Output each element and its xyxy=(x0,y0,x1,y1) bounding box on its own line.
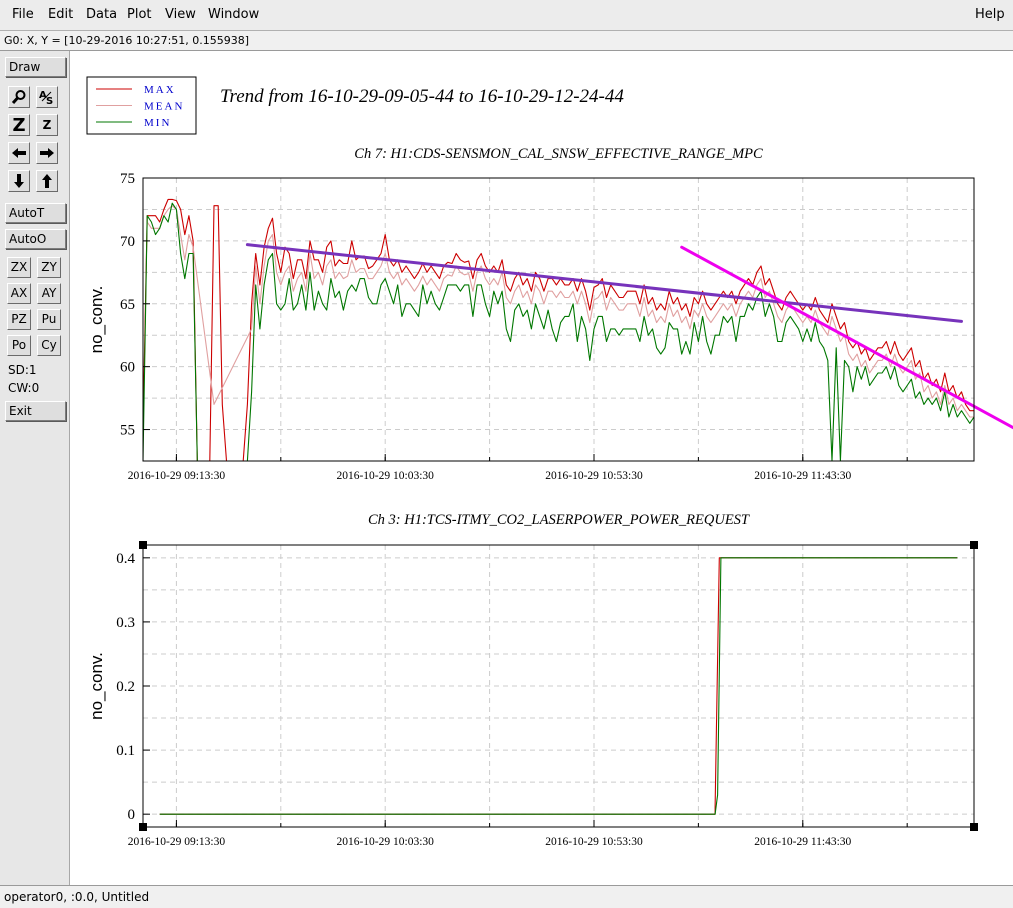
plot-title: Trend from 16-10-29-09-05-44 to 16-10-29… xyxy=(220,86,624,107)
legend-label-min: MIN xyxy=(144,117,171,129)
x-tick-label: 2016-10-29 10:53:30 xyxy=(545,836,643,848)
arrow-up-icon[interactable] xyxy=(36,170,58,192)
menu-data[interactable]: Data xyxy=(86,7,117,22)
exit-button[interactable]: Exit xyxy=(5,401,66,421)
arrow-right-icon[interactable] xyxy=(36,142,58,164)
y-tick-label: 0.2 xyxy=(116,679,135,695)
plot-frame xyxy=(142,177,975,462)
axis-scale-icon[interactable]: AS xyxy=(36,86,58,108)
menu-view[interactable]: View xyxy=(165,7,196,22)
sd-readout: SD:1 xyxy=(8,363,37,377)
chart-panel-2: Ch 3: H1:TCS-ITMY_CO2_LASERPOWER_POWER_R… xyxy=(87,512,978,848)
zoom-big-icon[interactable]: Z xyxy=(8,114,30,136)
series-mean-line xyxy=(146,205,974,418)
series-group xyxy=(143,198,974,461)
x-tick-label: 2016-10-29 09:13:30 xyxy=(128,470,226,482)
x-tick-label: 2016-10-29 09:13:30 xyxy=(128,836,226,848)
autoo-button[interactable]: AutoO xyxy=(5,229,66,249)
y-axis-label: no_conv. xyxy=(87,286,106,354)
selection-handle xyxy=(139,541,147,549)
zy-button[interactable]: ZY xyxy=(37,257,61,278)
cy-button[interactable]: Cy xyxy=(37,335,61,356)
po-button[interactable]: Po xyxy=(7,335,31,356)
pu-button[interactable]: Pu xyxy=(37,309,61,330)
magnifier-icon[interactable] xyxy=(8,86,30,108)
y-tick-label: 0.3 xyxy=(116,615,135,631)
menu-plot[interactable]: Plot xyxy=(127,7,152,22)
legend-label-max: MAX xyxy=(144,84,176,96)
y-tick-label: 75 xyxy=(120,171,135,187)
ay-button[interactable]: AY xyxy=(37,283,61,304)
tool-panel: Draw AS Z Z AutoT AutoO ZX ZY AX AY PZ P… xyxy=(0,51,70,885)
status-bar: operator0, :0.0, Untitled xyxy=(0,885,1013,908)
menu-file[interactable]: File xyxy=(12,7,34,22)
y-tick-label: 60 xyxy=(120,360,135,376)
svg-text:S: S xyxy=(46,96,53,106)
y-axis-label: no_conv. xyxy=(87,652,106,720)
y-tick-label: 0.4 xyxy=(116,551,135,567)
arrow-down-icon[interactable] xyxy=(8,170,30,192)
trend-line-1 xyxy=(245,243,963,323)
legend-label-mean: MEAN xyxy=(144,101,184,113)
cw-readout: CW:0 xyxy=(8,381,40,395)
selection-handle xyxy=(970,823,978,831)
arrow-left-icon[interactable] xyxy=(8,142,30,164)
draw-button[interactable]: Draw xyxy=(5,57,66,77)
y-tick-label: 65 xyxy=(120,297,135,313)
pz-button[interactable]: PZ xyxy=(7,309,31,330)
menu-bar: File Edit Data Plot View Window Help xyxy=(0,0,1013,31)
chart-title: Ch 7: H1:CDS-SENSMON_CAL_SNSW_EFFECTIVE_… xyxy=(354,146,763,162)
chart-panel-1: Ch 7: H1:CDS-SENSMON_CAL_SNSW_EFFECTIVE_… xyxy=(87,146,1013,482)
zoom-small-icon[interactable]: Z xyxy=(36,114,58,136)
y-tick-label: 55 xyxy=(120,423,135,439)
chart-title: Ch 3: H1:TCS-ITMY_CO2_LASERPOWER_POWER_R… xyxy=(368,512,750,528)
selection-handle xyxy=(139,823,147,831)
plot-area[interactable]: MAX MEAN MIN Trend from 16-10-29-09-05-44 t… xyxy=(70,51,1013,885)
x-tick-label: 2016-10-29 10:53:30 xyxy=(545,470,643,482)
selection-handle xyxy=(970,541,978,549)
zx-button[interactable]: ZX xyxy=(7,257,31,278)
x-tick-label: 2016-10-29 10:03:30 xyxy=(336,836,434,848)
autot-button[interactable]: AutoT xyxy=(5,203,66,223)
menu-help[interactable]: Help xyxy=(975,7,1005,22)
ax-button[interactable]: AX xyxy=(7,283,31,304)
y-tick-label: 70 xyxy=(120,234,135,250)
menu-window[interactable]: Window xyxy=(208,7,259,22)
x-tick-label: 2016-10-29 11:43:30 xyxy=(754,470,851,482)
x-tick-label: 2016-10-29 10:03:30 xyxy=(336,470,434,482)
x-tick-label: 2016-10-29 11:43:30 xyxy=(754,836,851,848)
coordinate-readout: G0: X, Y = [10-29-2016 10:27:51, 0.15593… xyxy=(0,31,1013,51)
y-tick-label: 0 xyxy=(128,807,136,823)
menu-edit[interactable]: Edit xyxy=(48,7,73,22)
y-tick-label: 0.1 xyxy=(116,743,135,759)
